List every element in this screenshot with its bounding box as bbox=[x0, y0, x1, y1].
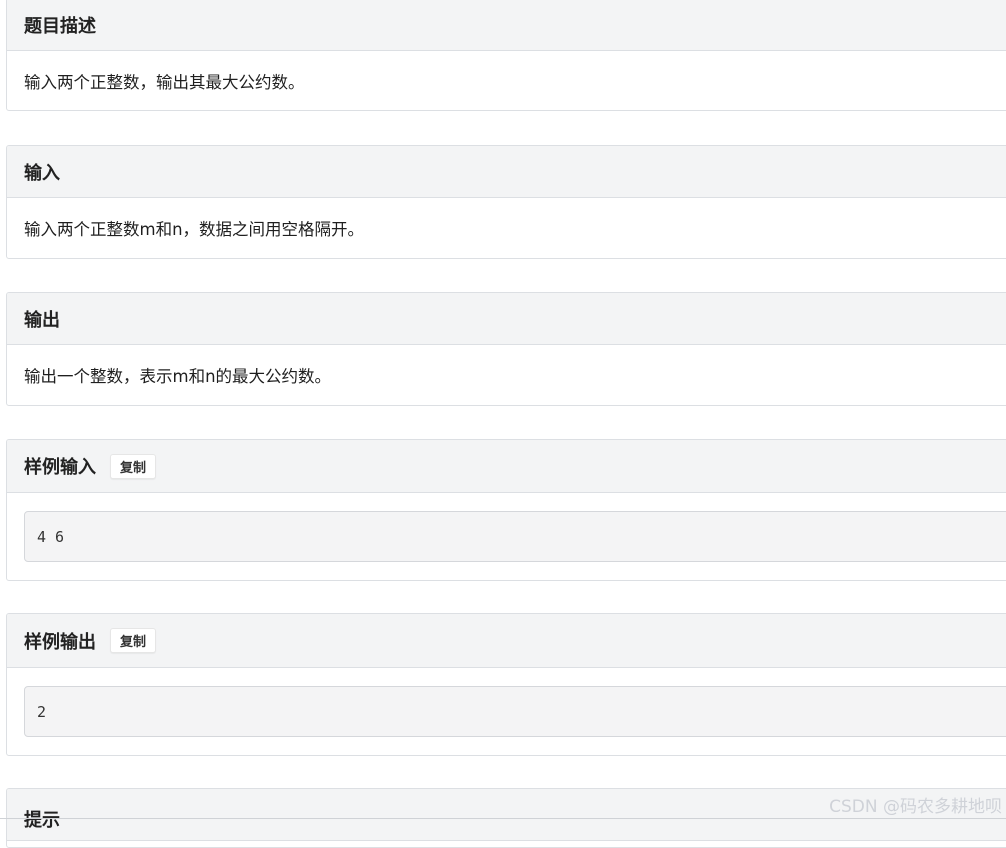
sample-output-code[interactable]: 2 bbox=[24, 686, 1006, 737]
description-header: 题目描述 bbox=[7, 0, 1006, 51]
hint-title: 提示 bbox=[24, 810, 60, 831]
description-body: 输入两个正整数，输出其最大公约数。 bbox=[7, 51, 1006, 110]
sample-input-title: 样例输入 bbox=[24, 457, 96, 478]
sample-output-body: 2 bbox=[7, 668, 1006, 755]
scroll-edge-divider bbox=[0, 818, 1006, 819]
copy-sample-input-button[interactable]: 复制 bbox=[110, 453, 157, 479]
input-text: 输入两个正整数m和n，数据之间用空格隔开。 bbox=[24, 220, 365, 239]
sample-input-header: 样例输入 复制 bbox=[7, 440, 1006, 493]
sample-input-code[interactable]: 4 6 bbox=[24, 511, 1006, 562]
description-title: 题目描述 bbox=[24, 15, 96, 37]
description-card: 题目描述 输入两个正整数，输出其最大公约数。 bbox=[6, 0, 1006, 111]
output-body: 输出一个整数，表示m和n的最大公约数。 bbox=[7, 345, 1006, 405]
csdn-watermark: CSDN @码农多耕地呗 bbox=[829, 797, 1002, 817]
input-title: 输入 bbox=[24, 162, 60, 184]
sample-output-card: 样例输出 复制 2 bbox=[6, 613, 1006, 756]
input-header: 输入 bbox=[7, 146, 1006, 198]
output-text: 输出一个整数，表示m和n的最大公约数。 bbox=[24, 367, 332, 386]
sample-output-header: 样例输出 复制 bbox=[7, 614, 1006, 668]
output-card: 输出 输出一个整数，表示m和n的最大公约数。 bbox=[6, 292, 1006, 406]
output-title: 输出 bbox=[24, 309, 60, 331]
input-card: 输入 输入两个正整数m和n，数据之间用空格隔开。 bbox=[6, 145, 1006, 259]
sample-output-title: 样例输出 bbox=[24, 631, 96, 653]
sample-input-card: 样例输入 复制 4 6 bbox=[6, 439, 1006, 581]
copy-sample-output-button[interactable]: 复制 bbox=[110, 628, 157, 653]
sample-input-body: 4 6 bbox=[7, 493, 1006, 580]
output-header: 输出 bbox=[7, 293, 1006, 345]
input-body: 输入两个正整数m和n，数据之间用空格隔开。 bbox=[7, 198, 1006, 258]
description-text: 输入两个正整数，输出其最大公约数。 bbox=[24, 73, 305, 92]
